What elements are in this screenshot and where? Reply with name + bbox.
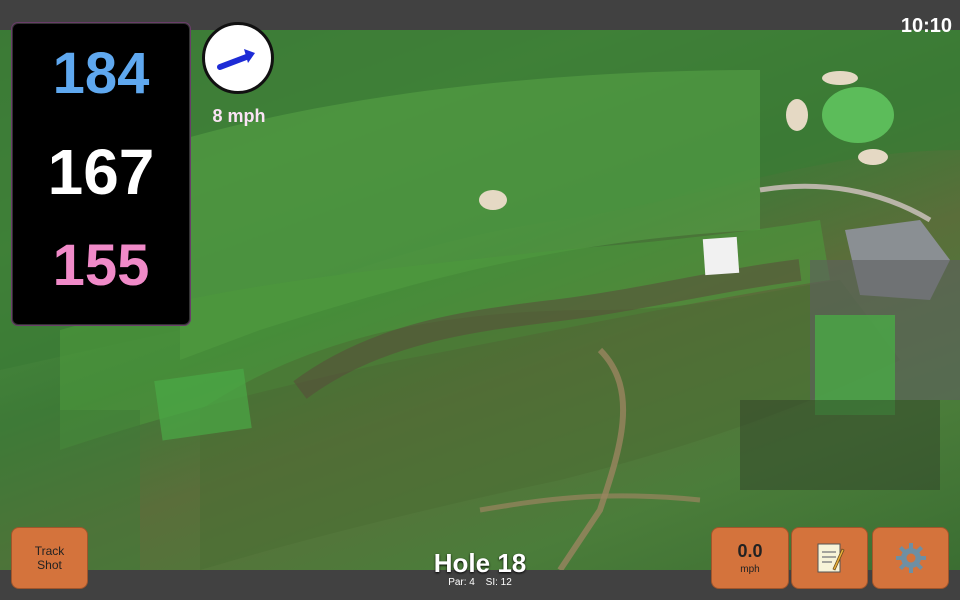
hole-title: Hole 18 [433,548,527,578]
notes-icon [817,543,845,573]
distance-front: 155 [52,233,150,298]
speed-value: 0.0 [737,541,763,561]
wind-direction-arrow-icon [217,49,255,70]
gear-icon [895,543,926,573]
settings-button[interactable] [873,528,948,588]
track-shot-button[interactable]: Track Shot [12,528,87,588]
distance-back: 184 [52,41,150,106]
par-label: Par: 4 [448,577,475,588]
stroke-index-label: SI: 12 [485,577,512,588]
distance-panel[interactable]: 184 167 155 [12,23,190,325]
notes-button[interactable] [792,528,867,588]
track-shot-label-line2: Shot [37,558,62,572]
speed-button[interactable]: 0.0 mph [712,528,788,588]
track-shot-label-line1: Track [34,544,65,558]
distance-middle: 167 [47,136,155,208]
speed-unit: mph [740,564,760,575]
clock-time: 10:10 [900,15,952,37]
wind-speed: 8 mph [212,106,266,126]
wind-indicator [202,22,274,94]
hole-details: Par: 4 SI: 12 [380,577,580,588]
